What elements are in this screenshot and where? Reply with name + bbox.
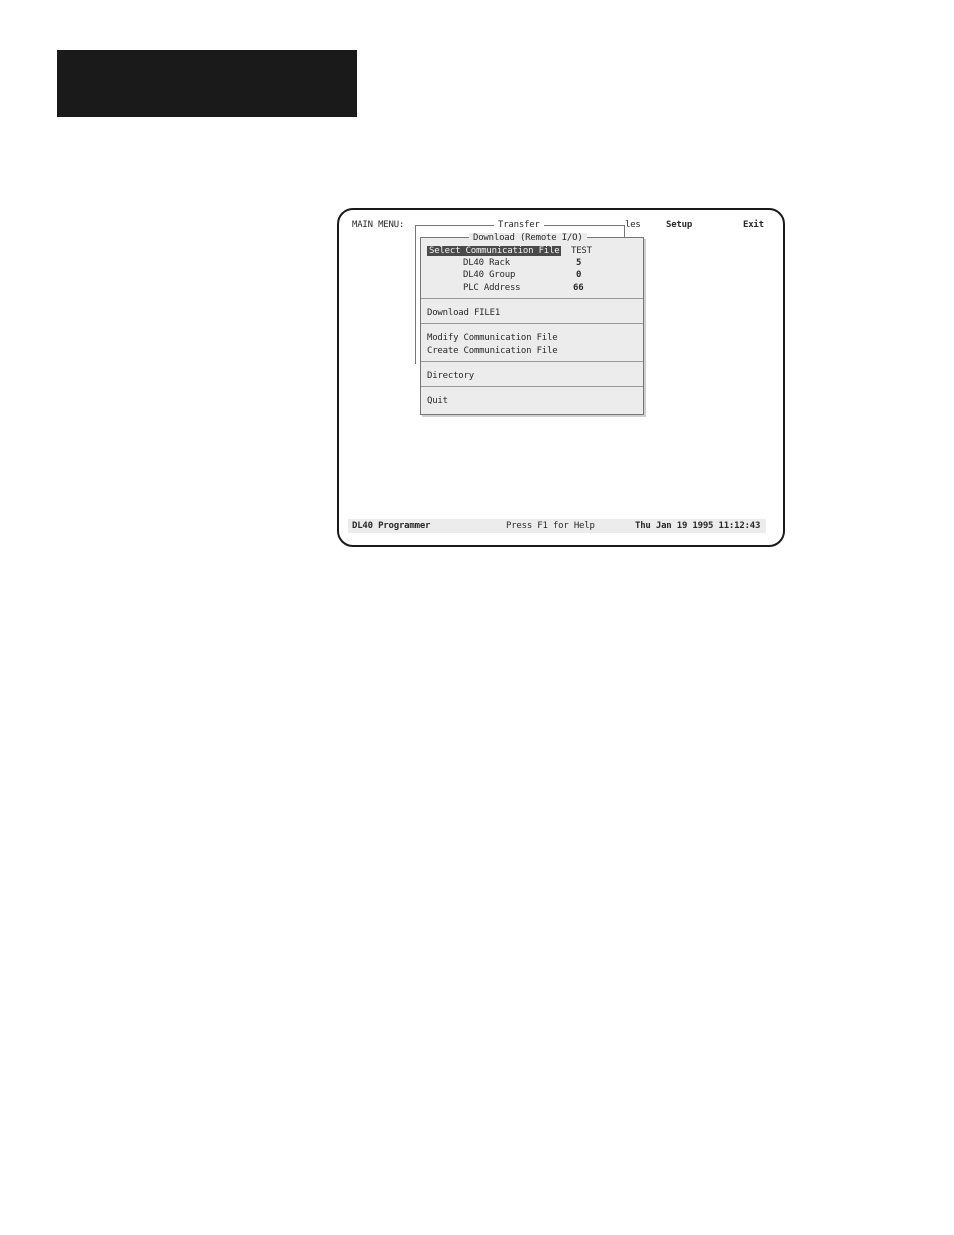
communication-file-value: TEST [571, 246, 592, 256]
rack-value: 5 [576, 258, 582, 268]
terminal-screen: MAIN MENU: les Setup Exit Transfer Downl… [348, 217, 766, 535]
dialog-title: Download (Remote I/O) [469, 233, 587, 243]
status-datetime: Thu Jan 19 1995 11:12:43 [635, 521, 761, 531]
create-communication-file-item[interactable]: Create Communication File [427, 346, 558, 356]
plc-address-value: 66 [573, 283, 584, 293]
group-label: DL40 Group [463, 270, 516, 280]
directory-item[interactable]: Directory [427, 371, 474, 381]
modify-communication-file-item[interactable]: Modify Communication File [427, 333, 558, 343]
download-file-item[interactable]: Download FILE1 [427, 308, 500, 318]
plc-address-label: PLC Address [463, 283, 521, 293]
menu-item-exit[interactable]: Exit [743, 220, 764, 230]
quit-item[interactable]: Quit [427, 396, 448, 406]
main-menu-label: MAIN MENU: [352, 220, 405, 230]
select-communication-file-item[interactable]: Select Communication File [427, 246, 562, 256]
status-app-name: DL40 Programmer [352, 521, 431, 531]
divider [421, 361, 643, 362]
header-bar [57, 50, 357, 117]
group-value: 0 [576, 270, 582, 280]
divider [421, 323, 643, 324]
status-help-hint: Press F1 for Help [506, 521, 595, 531]
download-remote-io-dialog: Download (Remote I/O) Select Communicati… [420, 233, 644, 415]
status-bar: DL40 Programmer Press F1 for Help Thu Ja… [348, 519, 766, 533]
menu-item-files[interactable]: les [625, 220, 641, 230]
transfer-window-title: Transfer [494, 220, 544, 230]
select-communication-file-label: Select Communication File [427, 246, 562, 256]
divider [421, 298, 643, 299]
divider [421, 386, 643, 387]
menu-item-setup[interactable]: Setup [666, 220, 692, 230]
rack-label: DL40 Rack [463, 258, 510, 268]
